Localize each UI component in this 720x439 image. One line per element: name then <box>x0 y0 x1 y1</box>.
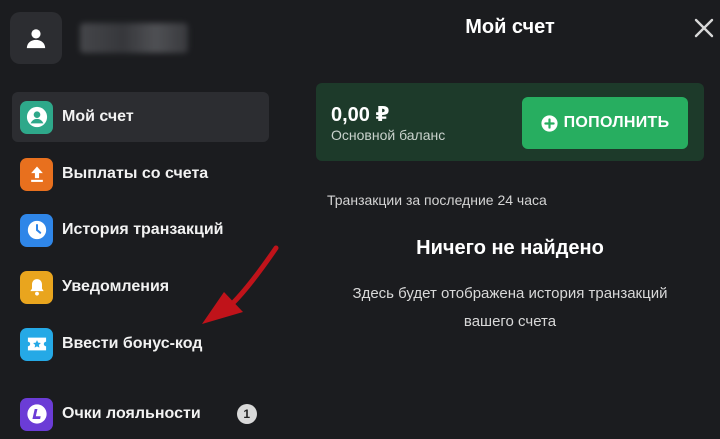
avatar[interactable] <box>10 12 62 64</box>
sidebar-item-my-account[interactable]: Мой счет <box>12 92 269 142</box>
sidebar-item-label: Очки лояльности <box>62 405 201 422</box>
balance-caption: Основной баланс <box>331 127 446 143</box>
sidebar-item-withdrawals[interactable]: Выплаты со счета <box>12 149 269 199</box>
bell-icon <box>20 270 53 304</box>
page-title: Мой счет <box>465 16 555 38</box>
balance-amount: 0,00 ₽ <box>331 104 390 126</box>
transactions-header: Транзакции за последние 24 часа <box>327 192 547 208</box>
sidebar-item-label: Уведомления <box>62 278 170 295</box>
deposit-button[interactable]: ПОПОЛНИТЬ <box>522 97 688 149</box>
loyalty-icon <box>20 397 53 431</box>
plus-circle-icon <box>541 114 558 132</box>
loyalty-count-badge: 1 <box>236 404 257 424</box>
balance-card: 0,00 ₽ Основной баланс ПОПОЛНИТЬ <box>316 83 704 161</box>
sidebar-item-label: Выплаты со счета <box>62 165 209 182</box>
deposit-button-label: ПОПОЛНИТЬ <box>563 114 670 131</box>
sidebar-item-label: История транзакций <box>62 221 224 238</box>
empty-state-line: вашего счета <box>463 313 557 330</box>
sidebar-item-transaction-history[interactable]: История транзакций <box>12 205 269 255</box>
user-header <box>10 12 188 64</box>
sidebar-item-label: Ввести бонус-код <box>62 335 203 352</box>
sidebar-item-loyalty-points[interactable]: Очки лояльности 1 <box>12 389 269 439</box>
account-icon <box>20 100 53 134</box>
user-icon <box>26 29 46 49</box>
ticket-icon <box>20 327 53 361</box>
empty-state-line: Здесь будет отображена история транзакци… <box>352 285 668 302</box>
sidebar-item-bonus-code[interactable]: Ввести бонус-код <box>12 319 269 369</box>
empty-state-title: Ничего не найдено <box>416 237 604 259</box>
sidebar: Мой счет Выплаты со счета История транза… <box>0 0 290 439</box>
username-redacted <box>80 23 188 53</box>
close-button[interactable] <box>693 17 715 39</box>
sidebar-item-label: Мой счет <box>62 108 134 125</box>
empty-state-description: Здесь будет отображена история транзакци… <box>316 280 704 336</box>
upload-icon <box>20 157 53 191</box>
close-icon <box>694 18 714 38</box>
clock-icon <box>20 213 53 247</box>
sidebar-item-notifications[interactable]: Уведомления <box>12 262 269 312</box>
